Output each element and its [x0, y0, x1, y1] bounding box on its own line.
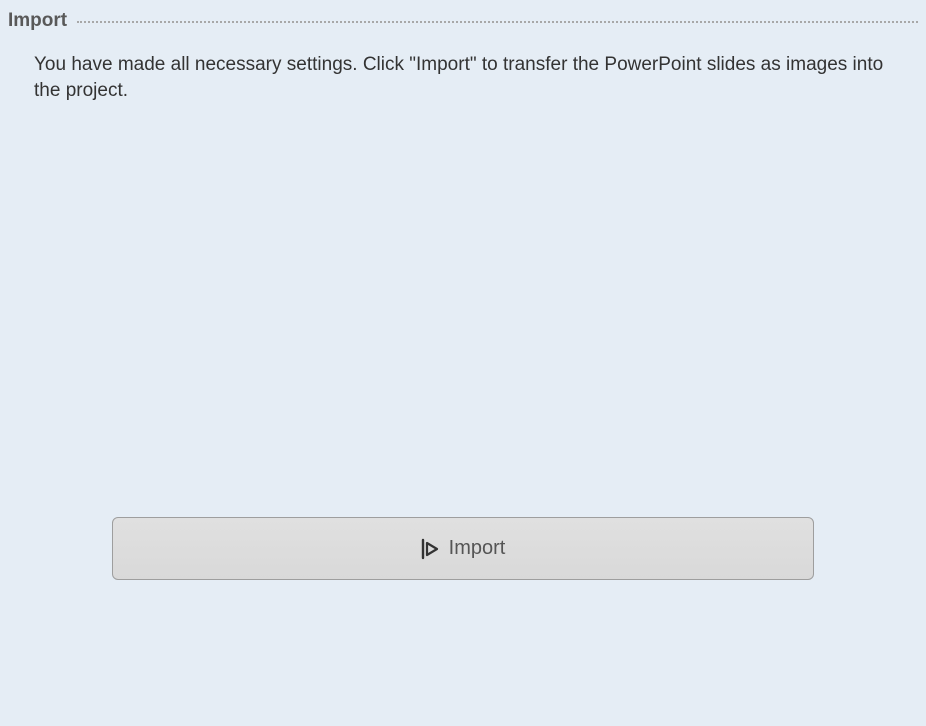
section-header: Import [0, 0, 926, 32]
section-description: You have made all necessary settings. Cl… [0, 32, 926, 103]
header-divider [77, 21, 918, 23]
import-button-label: Import [449, 537, 506, 560]
play-bar-icon [421, 538, 439, 560]
section-title: Import [8, 10, 67, 32]
import-button[interactable]: Import [112, 517, 814, 580]
